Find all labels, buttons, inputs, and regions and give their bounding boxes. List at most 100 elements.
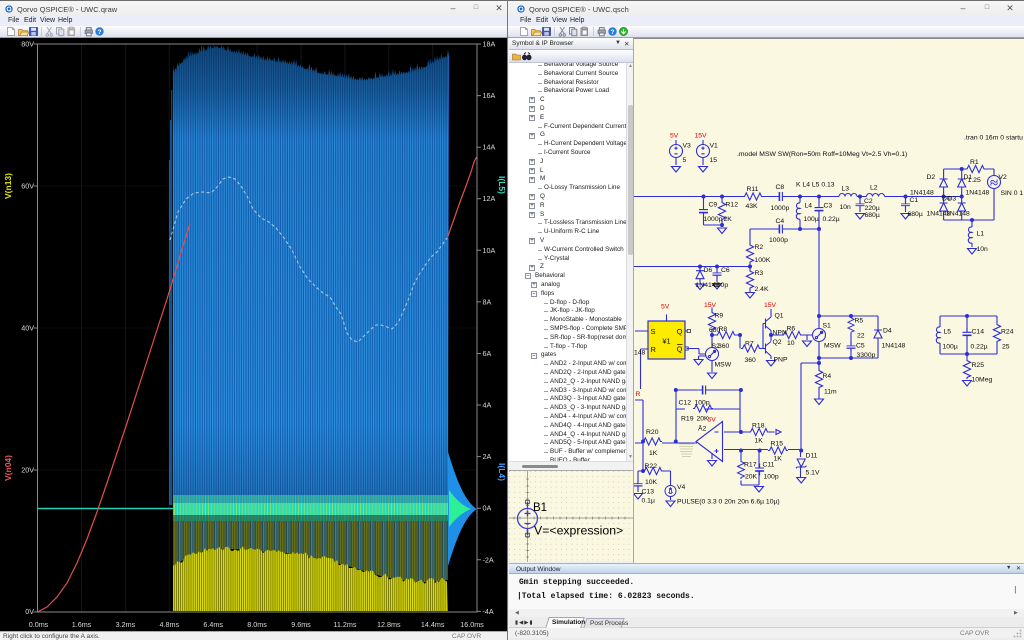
svg-text:D4: D4 — [883, 328, 892, 335]
svg-text:0.1µ: 0.1µ — [642, 498, 655, 505]
svg-text:20K: 20K — [697, 416, 710, 423]
svg-text:?: ? — [98, 29, 102, 36]
svg-text:R15: R15 — [771, 441, 784, 448]
svg-text:R: R — [651, 345, 657, 354]
svg-text:D3: D3 — [948, 196, 957, 203]
svg-text:SIN 0 1: SIN 0 1 — [1001, 190, 1024, 197]
svg-text:R25: R25 — [972, 362, 985, 369]
svg-text:R11: R11 — [747, 186, 759, 193]
svg-text:11.2ms: 11.2ms — [333, 620, 356, 629]
svg-text:V1: V1 — [710, 143, 719, 150]
svg-text:.tran 0 16m 0 startu: .tran 0 16m 0 startu — [964, 135, 1023, 142]
svg-text:10: 10 — [787, 340, 795, 347]
svg-text:4.8ms: 4.8ms — [160, 620, 180, 629]
svg-text:60V: 60V — [21, 182, 34, 191]
svg-text:1000p: 1000p — [769, 237, 788, 244]
svg-text:I(L5): I(L5) — [497, 176, 507, 194]
svg-text:10A: 10A — [483, 246, 496, 255]
svg-text:12.8ms: 12.8ms — [377, 620, 401, 629]
svg-text:20K: 20K — [745, 474, 758, 481]
svg-text:15V: 15V — [764, 302, 777, 309]
svg-text:0.22µ: 0.22µ — [823, 216, 840, 223]
svg-text:NPN: NPN — [773, 330, 787, 337]
svg-text:10Meg: 10Meg — [972, 377, 993, 384]
svg-text:R9: R9 — [715, 313, 724, 320]
svg-text:10n: 10n — [977, 246, 989, 253]
svg-text:V(n04): V(n04) — [3, 455, 13, 481]
svg-text:1N4148: 1N4148 — [946, 211, 970, 218]
svg-text:14.4ms: 14.4ms — [421, 620, 445, 629]
svg-text:C9: C9 — [709, 202, 718, 209]
svg-text:R2: R2 — [755, 244, 764, 251]
svg-text:V(n13): V(n13) — [3, 173, 13, 199]
svg-text:100p: 100p — [764, 474, 779, 481]
svg-text:Q: Q — [677, 327, 683, 336]
svg-text:1K: 1K — [774, 456, 783, 463]
svg-text:R19: R19 — [681, 416, 694, 423]
svg-text:1K: 1K — [649, 450, 658, 457]
svg-text:V3: V3 — [683, 143, 692, 150]
svg-text:25: 25 — [1002, 344, 1010, 351]
svg-text:100K: 100K — [755, 257, 771, 264]
svg-text:S: S — [651, 327, 656, 336]
svg-text:6.4ms: 6.4ms — [203, 620, 223, 629]
svg-text:9.6ms: 9.6ms — [291, 620, 311, 629]
svg-text:3.2ms: 3.2ms — [116, 620, 136, 629]
svg-text:2.4K: 2.4K — [755, 286, 769, 293]
svg-text:R17: R17 — [744, 462, 757, 469]
svg-text:2K: 2K — [724, 216, 733, 223]
svg-text:10n: 10n — [840, 204, 852, 211]
svg-text:R3: R3 — [755, 270, 764, 277]
svg-text:C5: C5 — [856, 343, 865, 350]
svg-text:R20: R20 — [646, 429, 659, 436]
svg-text:R1: R1 — [970, 159, 979, 166]
svg-text:C1: C1 — [910, 197, 919, 204]
svg-text:MSW: MSW — [824, 343, 841, 350]
svg-text:L5: L5 — [944, 329, 952, 336]
svg-text:PNP: PNP — [774, 357, 788, 364]
svg-text:100µ: 100µ — [804, 216, 819, 223]
svg-text:5V: 5V — [670, 133, 679, 140]
svg-text:C12: C12 — [679, 400, 692, 407]
svg-text:6A: 6A — [483, 349, 492, 358]
svg-text:D6: D6 — [704, 267, 713, 274]
svg-text:16.0ms: 16.0ms — [460, 620, 484, 629]
svg-text:2A: 2A — [483, 452, 492, 461]
svg-text:100µ: 100µ — [943, 344, 958, 351]
svg-text:-2A: -2A — [483, 555, 494, 564]
svg-text:1N4148: 1N4148 — [882, 343, 906, 350]
svg-text:360: 360 — [718, 343, 730, 350]
svg-text:L2: L2 — [870, 185, 878, 192]
svg-text:R24: R24 — [1001, 329, 1014, 336]
svg-text:C8: C8 — [776, 184, 785, 191]
svg-text:22: 22 — [857, 333, 865, 340]
svg-text:8A: 8A — [483, 297, 492, 306]
svg-text:5: 5 — [683, 157, 687, 164]
svg-text:15V: 15V — [695, 133, 708, 140]
svg-text:C11: C11 — [763, 462, 775, 469]
svg-text:MSW: MSW — [715, 362, 732, 369]
svg-text:B1: B1 — [533, 502, 547, 514]
svg-text:R7: R7 — [745, 341, 754, 348]
svg-text:40V: 40V — [21, 324, 34, 333]
svg-text:¥1: ¥1 — [662, 337, 670, 346]
svg-text:5V: 5V — [708, 417, 717, 424]
svg-text:0.22µ: 0.22µ — [971, 344, 988, 351]
svg-text:S1: S1 — [823, 323, 832, 330]
svg-text:0.0ms: 0.0ms — [29, 620, 49, 629]
svg-text:D11: D11 — [806, 453, 818, 460]
svg-text:0V: 0V — [25, 607, 34, 616]
svg-text:15: 15 — [710, 157, 718, 164]
svg-text:680µ: 680µ — [865, 212, 880, 219]
svg-text:16A: 16A — [483, 91, 496, 100]
svg-text:I(L4): I(L4) — [497, 463, 507, 481]
svg-text:360: 360 — [745, 357, 757, 364]
svg-text:C3: C3 — [824, 203, 833, 210]
svg-text:K L4 L5 0.13: K L4 L5 0.13 — [796, 182, 835, 189]
svg-text:12A: 12A — [483, 194, 496, 203]
svg-text:C14: C14 — [972, 329, 985, 336]
svg-text:100p: 100p — [695, 400, 710, 407]
svg-text:220µ: 220µ — [865, 205, 880, 212]
svg-text:R4: R4 — [823, 373, 832, 380]
svg-text:R12: R12 — [726, 202, 739, 209]
